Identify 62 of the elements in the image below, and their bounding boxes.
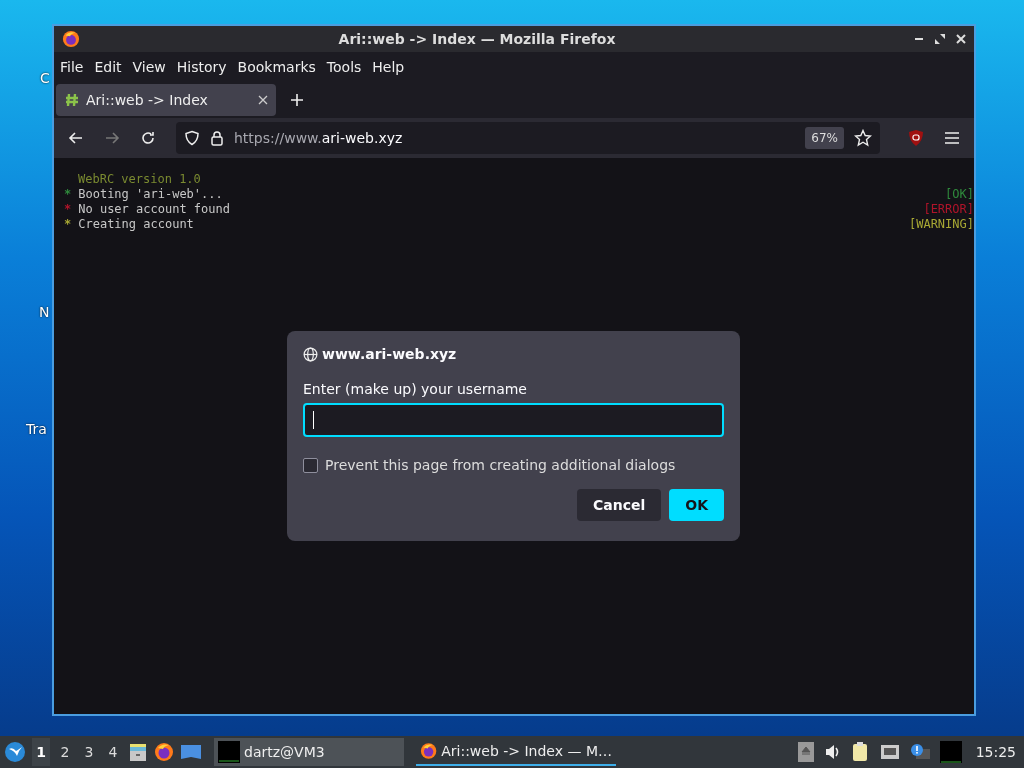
- desktop-icon-label[interactable]: Tra: [26, 421, 47, 437]
- terminal-thumbnail-icon: [218, 741, 240, 763]
- status-label: [WARNING]: [908, 217, 974, 232]
- menu-item[interactable]: File: [60, 59, 84, 75]
- workspace-button[interactable]: 4: [104, 738, 122, 766]
- close-icon[interactable]: [258, 95, 268, 105]
- menu-item[interactable]: Edit: [94, 59, 122, 75]
- taskbar-task[interactable]: dartz@VM3: [214, 738, 404, 766]
- console-line: Booting 'ari-web'...: [78, 187, 223, 202]
- eject-icon[interactable]: [797, 742, 814, 762]
- console-line: WebRC version 1.0: [78, 172, 201, 187]
- clipboard-icon[interactable]: [851, 742, 870, 762]
- prompt-label: Enter (make up) your username: [303, 381, 528, 397]
- checkbox[interactable]: [303, 457, 318, 473]
- clock: 15:25: [974, 744, 1017, 760]
- checkbox-label[interactable]: Prevent this page from creating additional dialogs: [325, 457, 676, 473]
- hash-icon: [64, 92, 80, 108]
- desktop-icon-label[interactable]: N: [39, 304, 50, 320]
- menu-item[interactable]: History: [176, 59, 227, 75]
- browser-tab[interactable]: Ari::web -> Index: [56, 84, 276, 116]
- taskbar-task[interactable]: Ari::web -> Index — M…: [416, 738, 616, 766]
- reload-icon[interactable]: [140, 130, 156, 146]
- menu-icon[interactable]: [944, 131, 960, 145]
- cancel-button[interactable]: Cancel: [576, 489, 662, 521]
- menu-item[interactable]: Tools: [326, 59, 362, 75]
- lock-icon[interactable]: [210, 130, 224, 146]
- notification-icon[interactable]: [909, 743, 930, 761]
- firefox-icon: [420, 742, 438, 760]
- new-tab-icon[interactable]: [290, 93, 304, 107]
- star-icon[interactable]: [854, 129, 872, 147]
- url-text: https://www.ari-web.xyz: [234, 130, 403, 146]
- desktop-icon[interactable]: [180, 743, 202, 761]
- network-icon[interactable]: [879, 743, 900, 761]
- bullet-mark: *: [64, 187, 72, 202]
- window-title: Ari::web -> Index — Mozilla Firefox: [337, 31, 617, 47]
- forward-icon[interactable]: [104, 130, 120, 146]
- menu-item[interactable]: Bookmarks: [237, 59, 316, 75]
- zoom-badge[interactable]: 67%: [805, 127, 844, 149]
- menu-item[interactable]: Help: [372, 59, 405, 75]
- status-label: [ERROR]: [923, 202, 974, 217]
- workspace-button[interactable]: 1: [32, 738, 50, 766]
- username-field[interactable]: [303, 403, 724, 437]
- shield-extension-icon[interactable]: [908, 129, 924, 147]
- maximize-icon[interactable]: [935, 34, 945, 44]
- bullet-mark: *: [64, 217, 72, 232]
- dialog-title: www.ari-web.xyz: [322, 346, 457, 362]
- menu-item[interactable]: View: [132, 59, 166, 75]
- address-bar[interactable]: https://www.ari-web.xyz 67%: [176, 122, 880, 154]
- console-line: Creating account: [78, 217, 194, 232]
- bullet-mark: *: [64, 202, 72, 217]
- firefox-icon[interactable]: [154, 742, 174, 762]
- file-cabinet-icon[interactable]: [128, 742, 148, 762]
- ok-button[interactable]: OK: [669, 489, 724, 521]
- back-icon[interactable]: [68, 130, 84, 146]
- globe-icon: [303, 346, 318, 362]
- console-line: No user account found: [78, 202, 230, 217]
- close-icon[interactable]: [956, 34, 966, 44]
- workspace-button[interactable]: 2: [56, 738, 74, 766]
- status-label: [OK]: [945, 187, 974, 202]
- firefox-icon: [62, 30, 80, 48]
- shield-icon[interactable]: [184, 130, 200, 146]
- workspace-button[interactable]: 3: [80, 738, 98, 766]
